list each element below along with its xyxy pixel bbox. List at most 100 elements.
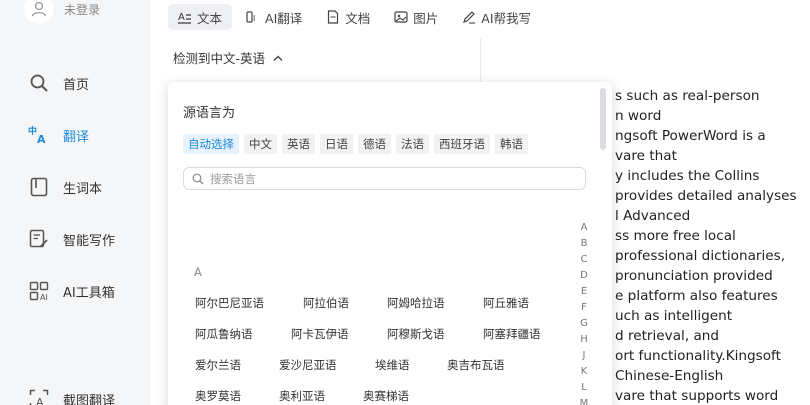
language-detect-toggle[interactable]: 检测到中文-英语 <box>173 48 284 67</box>
sidebar-item-label: AI工具箱 <box>63 285 115 301</box>
svg-text:中: 中 <box>28 125 37 137</box>
tab-label: 文档 <box>345 10 371 26</box>
translation-line: ort functionality.Kingsoft <box>615 348 781 364</box>
source-language-popup: 源语言为 自动选择 中文 英语 日语 德语 法语 西班牙语 韩语 A 阿尔巴尼亚… <box>168 82 612 405</box>
language-option[interactable]: 阿塞拜疆语 <box>483 326 541 342</box>
alphabet-letter[interactable]: L <box>578 380 590 396</box>
svg-text:A: A <box>36 396 44 405</box>
translation-line: professional dictionaries, <box>615 248 786 264</box>
translation-line: n word <box>615 108 662 124</box>
sidebar-item-label: 翻译 <box>63 129 90 145</box>
alphabet-letter[interactable]: J <box>578 348 590 364</box>
text-icon: A <box>178 10 192 24</box>
language-option[interactable]: 阿卡瓦伊语 <box>291 326 349 342</box>
popup-scrollbar[interactable] <box>600 88 606 150</box>
translation-line: Chinese-English <box>615 368 724 384</box>
ai-toolbox-icon: AI <box>28 280 50 302</box>
sidebar-item-ai-toolbox[interactable]: AI AI工具箱 <box>28 278 115 304</box>
search-icon <box>192 173 204 184</box>
tab-ai-translate[interactable]: I AI翻译 <box>236 4 312 30</box>
chip-french[interactable]: 法语 <box>396 134 429 154</box>
language-option[interactable]: 埃维语 <box>375 357 410 373</box>
write-icon <box>28 228 50 250</box>
sidebar-item-label: 截图翻译 <box>63 393 116 405</box>
alphabet-letter[interactable]: G <box>578 316 590 332</box>
tab-label: 图片 <box>413 10 439 26</box>
chip-auto-detect[interactable]: 自动选择 <box>183 134 239 154</box>
svg-text:A: A <box>37 133 46 145</box>
translation-output[interactable]: s such as real-person n word ngsoft Powe… <box>615 86 810 405</box>
alphabet-index: A B C D E F G H J K L M <box>578 220 590 405</box>
language-option[interactable]: 奥赛梯语 <box>363 388 409 404</box>
user-login-label: 未登录 <box>64 2 101 17</box>
alphabet-letter[interactable]: C <box>578 252 590 268</box>
tab-label: AI帮我写 <box>481 10 532 26</box>
translation-line: ngsoft PowerWord is a <box>615 128 766 144</box>
alphabet-letter[interactable]: A <box>578 220 590 236</box>
sidebar-item-wordbook[interactable]: 生词本 <box>28 174 102 200</box>
image-icon <box>394 10 408 24</box>
language-option[interactable]: 阿穆斯戈语 <box>387 326 445 342</box>
sidebar-item-smart-writing[interactable]: 智能写作 <box>28 226 115 252</box>
language-option[interactable]: 阿瓜鲁纳语 <box>195 326 253 342</box>
chip-chinese[interactable]: 中文 <box>244 134 277 154</box>
language-option[interactable]: 奥吉布瓦语 <box>447 357 505 373</box>
sidebar-item-label: 智能写作 <box>63 233 116 249</box>
popup-title: 源语言为 <box>183 106 236 121</box>
sidebar-item-label: 生词本 <box>63 181 103 197</box>
bookmark-icon <box>28 176 50 198</box>
language-option[interactable]: 阿丘雅语 <box>483 295 529 311</box>
translation-line: vare that supports word <box>615 388 779 404</box>
alphabet-letter[interactable]: K <box>578 364 590 380</box>
language-search-input[interactable] <box>210 171 550 186</box>
tab-label: AI翻译 <box>265 10 303 26</box>
language-option[interactable]: 爱沙尼亚语 <box>279 357 337 373</box>
pen-icon <box>462 10 476 24</box>
language-option[interactable]: 奥利亚语 <box>279 388 325 404</box>
chevron-up-icon <box>272 54 284 62</box>
alphabet-letter[interactable]: E <box>578 284 590 300</box>
sidebar-item-home[interactable]: 首页 <box>28 70 89 96</box>
quick-language-chips: 自动选择 中文 英语 日语 德语 法语 西班牙语 韩语 <box>183 134 528 154</box>
chip-german[interactable]: 德语 <box>358 134 391 154</box>
alphabet-letter[interactable]: F <box>578 300 590 316</box>
translation-line: ss more free local <box>615 228 736 244</box>
chip-japanese[interactable]: 日语 <box>320 134 353 154</box>
tab-document[interactable]: 文档 <box>316 4 380 30</box>
tab-label: 文本 <box>197 10 223 26</box>
language-option[interactable]: 奥罗莫语 <box>195 388 241 404</box>
chip-korean[interactable]: 韩语 <box>495 134 528 154</box>
alphabet-letter[interactable]: D <box>578 268 590 284</box>
translation-line: s such as real-person <box>615 88 760 104</box>
screenshot-translate-icon: A <box>28 388 50 405</box>
language-option[interactable]: 阿姆哈拉语 <box>387 295 445 311</box>
alphabet-letter[interactable]: H <box>578 332 590 348</box>
sidebar-item-translate[interactable]: 中A 翻译 <box>28 122 89 148</box>
user-login[interactable]: 未登录 <box>24 0 100 24</box>
chip-english[interactable]: 英语 <box>282 134 315 154</box>
detected-language-label: 检测到中文-英语 <box>173 51 266 66</box>
search-icon <box>28 72 50 94</box>
alphabet-letter[interactable]: B <box>578 236 590 252</box>
alphabet-letter[interactable]: M <box>578 396 590 405</box>
mode-tabs: A 文本 I AI翻译 文档 图片 AI帮我写 <box>168 4 541 30</box>
sidebar-item-screenshot-translate[interactable]: A 截图翻译 <box>28 386 115 405</box>
translation-line: d retrieval, and <box>615 328 720 344</box>
language-search <box>183 167 586 190</box>
language-option[interactable]: 阿拉伯语 <box>303 295 349 311</box>
section-letter: A <box>194 265 202 279</box>
avatar[interactable] <box>24 0 54 24</box>
chip-spanish[interactable]: 西班牙语 <box>434 134 490 154</box>
tab-image[interactable]: 图片 <box>384 4 448 30</box>
language-option[interactable]: 阿尔巴尼亚语 <box>195 295 264 311</box>
svg-text:AI: AI <box>40 293 48 301</box>
translation-line: pronunciation provided <box>615 268 773 284</box>
language-option[interactable]: 爱尔兰语 <box>195 357 241 373</box>
translation-line: uch as intelligent <box>615 308 733 324</box>
svg-text:I: I <box>253 14 255 23</box>
user-icon <box>31 1 47 17</box>
translation-line: e platform also features <box>615 288 778 304</box>
tab-ai-write[interactable]: AI帮我写 <box>452 4 541 30</box>
tab-text[interactable]: A 文本 <box>168 4 233 30</box>
ai-icon: I <box>246 10 260 24</box>
